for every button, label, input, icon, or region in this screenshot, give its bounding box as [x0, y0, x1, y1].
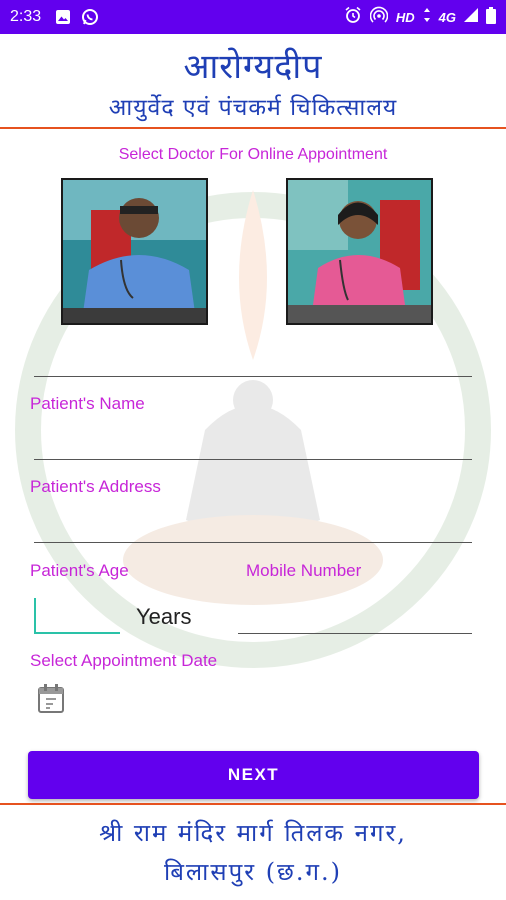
app-title: आरोग्यदीप: [183, 47, 323, 87]
patient-age-input[interactable]: [34, 598, 120, 634]
doctor-photo-male[interactable]: [61, 178, 208, 325]
network-type-label: HD: [395, 9, 415, 25]
age-unit-label: Years: [136, 604, 192, 629]
hotspot-icon: [369, 6, 389, 28]
app-header: आरोग्यदीप आयुर्वेद एवं पंचकर्म चिकित्साल…: [0, 34, 506, 122]
patient-address-label: Patient's Address: [30, 477, 161, 496]
address-line-1: श्री राम मंदिर मार्ग तिलक नगर,: [99, 819, 407, 847]
signal-icon: [464, 8, 478, 26]
doctor-photo-female[interactable]: [286, 178, 433, 325]
status-time: 2:33: [10, 8, 42, 25]
patient-name-input[interactable]: [34, 425, 472, 457]
next-button[interactable]: NEXT: [28, 751, 479, 799]
footer-divider: [0, 803, 506, 805]
header-divider: [0, 127, 506, 129]
address-line-2: बिलासपुर (छ.ग.): [163, 858, 343, 886]
mobile-number-label: Mobile Number: [246, 561, 362, 580]
text-cursor: [34, 598, 36, 632]
data-arrows-icon: [423, 7, 431, 27]
appointment-date-label: Select Appointment Date: [30, 651, 218, 670]
mobile-number-input[interactable]: [238, 598, 472, 630]
battery-icon: [486, 6, 496, 28]
mobile-number-underline: [238, 633, 472, 634]
whatsapp-icon: [81, 8, 99, 26]
image-icon: [55, 9, 71, 25]
patient-address-input[interactable]: [34, 508, 472, 540]
calendar-icon[interactable]: [36, 682, 68, 716]
status-bar: 2:33 HD 4G: [0, 0, 506, 34]
divider-line: [34, 376, 472, 377]
age-focus-underline: [34, 632, 120, 634]
patient-name-label: Patient's Name: [30, 394, 145, 413]
signal-type-label: 4G: [438, 9, 456, 25]
patient-age-label: Patient's Age: [30, 561, 129, 580]
app-subtitle: आयुर्वेद एवं पंचकर्म चिकित्सालय: [108, 95, 398, 121]
select-doctor-heading: Select Doctor For Online Appointment: [118, 146, 388, 163]
alarm-icon: [344, 6, 362, 28]
patient-name-underline: [34, 459, 472, 460]
patient-address-underline: [34, 542, 472, 543]
